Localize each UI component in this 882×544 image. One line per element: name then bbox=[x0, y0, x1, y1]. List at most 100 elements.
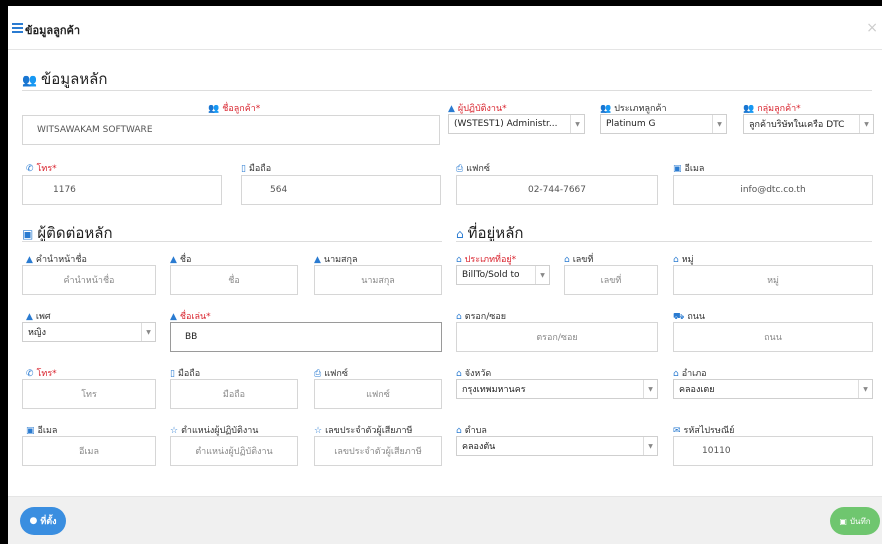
mobile-label: ▯ มือถือ bbox=[241, 164, 272, 174]
phone-label: ✆ โทร* bbox=[26, 164, 57, 174]
first-name-label: ▲ ชื่อ bbox=[170, 255, 192, 265]
chevron-down-icon: ▼ bbox=[712, 115, 726, 133]
soi-label: ⌂ ตรอก/ซอย bbox=[456, 312, 507, 322]
user-icon: ▲ bbox=[314, 255, 321, 265]
home-icon: ⌂ bbox=[456, 227, 464, 241]
district-select[interactable]: คลองเตย ▼ bbox=[673, 379, 873, 399]
phone-input[interactable]: 1176 bbox=[22, 175, 222, 205]
printer-icon: ⎙ bbox=[456, 164, 464, 174]
address-type-select[interactable]: BillTo/Sold to ▼ bbox=[456, 265, 550, 285]
customer-type-select[interactable]: Platinum G ▼ bbox=[600, 114, 727, 134]
email-input[interactable]: info@dtc.co.th bbox=[673, 175, 873, 205]
mobile-icon: ▯ bbox=[241, 164, 246, 174]
customer-modal: ข้อมูลลูกค้า × 👥 ข้อมูลหลัก 👥 ชื่อลูกค้า* … bbox=[8, 6, 882, 544]
mobile-icon: ▯ bbox=[170, 369, 175, 379]
subdistrict-label: ⌂ ตำบล bbox=[456, 426, 487, 436]
contact-email-input[interactable]: อีเมล bbox=[22, 436, 156, 466]
star-icon: ☆ bbox=[170, 426, 179, 436]
operator-select[interactable]: (WSTEST1) Administr... ▼ bbox=[448, 114, 585, 134]
taxid-label: ☆ เลขประจำตัวผู้เสียภาษี bbox=[314, 426, 413, 436]
position-input[interactable]: ตำแหน่งผู้ปฏิบัติงาน bbox=[170, 436, 298, 466]
last-name-input[interactable]: นามสกุล bbox=[314, 265, 442, 295]
operator-label: ▲ ผู้ปฏิบัติงาน* bbox=[448, 104, 507, 114]
user-icon: ▲ bbox=[170, 255, 177, 265]
address-type-label: ⌂ ประเภทที่อยู่* bbox=[456, 255, 517, 265]
printer-icon: ⎙ bbox=[314, 369, 322, 379]
contact-fax-label: ⎙ แฟกซ์ bbox=[314, 369, 348, 379]
moo-label: ⌂ หมู่ bbox=[673, 255, 694, 265]
envelope-icon: ✉ bbox=[673, 426, 681, 436]
close-icon[interactable]: × bbox=[866, 20, 878, 36]
subdistrict-select[interactable]: คลองตัน ▼ bbox=[456, 436, 658, 456]
province-label: ⌂ จังหวัด bbox=[456, 369, 492, 379]
users-icon: 👥 bbox=[600, 104, 612, 114]
number-input[interactable]: เลขที่ bbox=[564, 265, 658, 295]
home-icon: ⌂ bbox=[673, 369, 679, 379]
menu-icon bbox=[12, 23, 23, 33]
main-section-title: 👥 ข้อมูลหลัก bbox=[22, 70, 108, 88]
users-icon: 👥 bbox=[22, 73, 37, 87]
first-name-input[interactable]: ชื่อ bbox=[170, 265, 298, 295]
contact-phone-input[interactable]: โทร bbox=[22, 379, 156, 409]
prefix-input[interactable]: คำนำหน้าชื่อ bbox=[22, 265, 156, 295]
user-icon: ▲ bbox=[26, 255, 33, 265]
contact-phone-label: ✆ โทร* bbox=[26, 369, 57, 379]
road-label: ⛟ ถนน bbox=[673, 312, 706, 322]
save-button[interactable]: ▣ บันทึก bbox=[830, 507, 880, 535]
divider bbox=[22, 241, 442, 242]
gender-label: ▲ เพศ bbox=[26, 312, 51, 322]
nickname-input[interactable]: BB bbox=[170, 322, 442, 352]
home-icon: ⌂ bbox=[456, 426, 462, 436]
home-icon: ⌂ bbox=[564, 255, 570, 265]
postal-input[interactable]: 10110 bbox=[673, 436, 873, 466]
email-icon: ▣ bbox=[673, 164, 682, 174]
chevron-down-icon: ▼ bbox=[859, 115, 873, 133]
fax-input[interactable]: 02-744-7667 bbox=[456, 175, 658, 205]
road-icon: ⛟ bbox=[673, 312, 685, 322]
postal-label: ✉ รหัสไปรษณีย์ bbox=[673, 426, 735, 436]
user-icon: ▲ bbox=[448, 104, 455, 114]
phone-icon: ✆ bbox=[26, 164, 34, 174]
contact-card-icon: ▣ bbox=[22, 227, 34, 241]
soi-input[interactable]: ตรอก/ซอย bbox=[456, 322, 658, 352]
email-label: ▣ อีเมล bbox=[673, 164, 705, 174]
chevron-down-icon: ▼ bbox=[141, 323, 155, 341]
users-icon: 👥 bbox=[208, 104, 220, 114]
modal-header: ข้อมูลลูกค้า × bbox=[8, 6, 882, 50]
home-icon: ⌂ bbox=[456, 312, 462, 322]
road-input[interactable]: ถนน bbox=[673, 322, 873, 352]
nickname-label: ▲ ชื่อเล่น* bbox=[170, 312, 211, 322]
number-label: ⌂ เลขที่ bbox=[564, 255, 594, 265]
customer-name-input[interactable]: WITSAWAKAM SOFTWARE bbox=[22, 115, 440, 145]
email-icon: ▣ bbox=[26, 426, 35, 436]
gender-select[interactable]: หญิง ▼ bbox=[22, 322, 156, 342]
contact-mobile-input[interactable]: มือถือ bbox=[170, 379, 298, 409]
district-label: ⌂ อำเภอ bbox=[673, 369, 707, 379]
chevron-down-icon: ▼ bbox=[643, 380, 657, 398]
user-icon: ▲ bbox=[170, 312, 177, 322]
save-icon: ▣ bbox=[839, 516, 847, 526]
modal-title: ข้อมูลลูกค้า bbox=[25, 24, 81, 37]
modal-footer: ● ที่ตั้ง ▣ บันทึก bbox=[8, 496, 882, 544]
home-icon: ⌂ bbox=[456, 255, 462, 265]
mobile-input[interactable]: 564 bbox=[241, 175, 441, 205]
star-icon: ☆ bbox=[314, 426, 323, 436]
chevron-down-icon: ▼ bbox=[858, 380, 872, 398]
map-marker-icon: ● bbox=[29, 516, 38, 526]
taxid-input[interactable]: เลขประจำตัวผู้เสียภาษี bbox=[314, 436, 442, 466]
users-icon: 👥 bbox=[743, 104, 755, 114]
customer-name-label: 👥 ชื่อลูกค้า* bbox=[208, 104, 261, 114]
home-icon: ⌂ bbox=[673, 255, 679, 265]
location-button[interactable]: ● ที่ตั้ง bbox=[20, 507, 66, 535]
customer-type-label: 👥 ประเภทลูกค้า bbox=[600, 104, 667, 114]
customer-group-select[interactable]: ลูกค้าบริษัทในเครือ DTC ▼ bbox=[743, 114, 874, 134]
contact-fax-input[interactable]: แฟกซ์ bbox=[314, 379, 442, 409]
chevron-down-icon: ▼ bbox=[643, 437, 657, 455]
divider bbox=[456, 241, 872, 242]
moo-input[interactable]: หมู่ bbox=[673, 265, 873, 295]
province-select[interactable]: กรุงเทพมหานคร ▼ bbox=[456, 379, 658, 399]
fax-label: ⎙ แฟกซ์ bbox=[456, 164, 490, 174]
position-label: ☆ ตำแหน่งผู้ปฏิบัติงาน bbox=[170, 426, 259, 436]
user-icon: ▲ bbox=[26, 312, 33, 322]
home-icon: ⌂ bbox=[456, 369, 462, 379]
